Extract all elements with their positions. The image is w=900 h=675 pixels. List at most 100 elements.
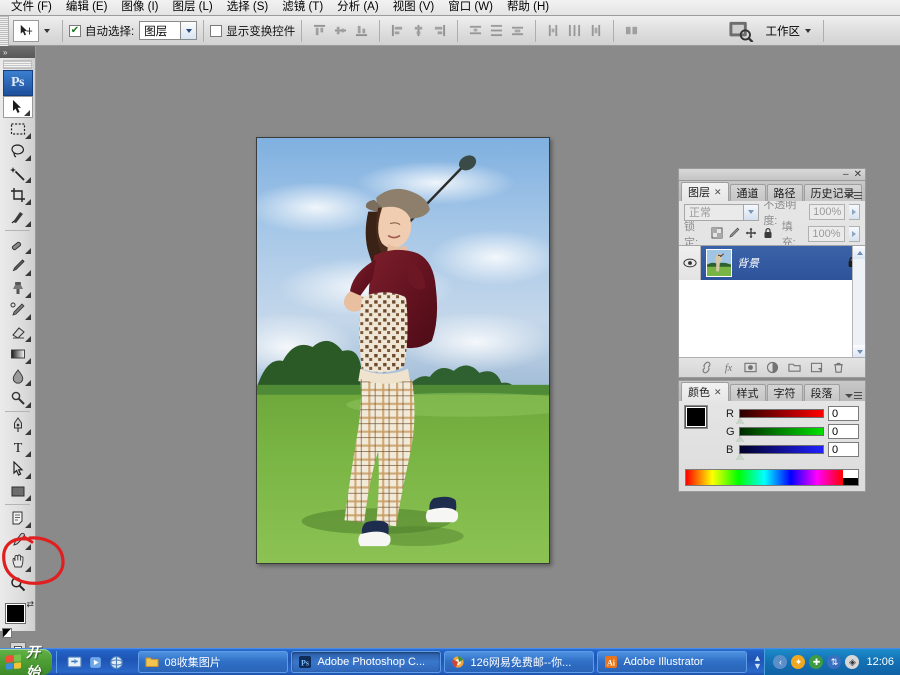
crop-tool[interactable]: [3, 184, 33, 206]
canvas-image[interactable]: [257, 138, 549, 563]
go-to-bridge-icon[interactable]: [728, 20, 754, 42]
show-desktop-icon[interactable]: [67, 655, 82, 670]
tool-preset-caret-icon[interactable]: [44, 29, 50, 33]
move-tool-icon[interactable]: [13, 20, 39, 42]
close-icon[interactable]: ✕: [714, 387, 722, 398]
lock-transparent-pixels-icon[interactable]: [711, 227, 723, 242]
menu-layer[interactable]: 图层 (L): [165, 0, 219, 15]
rectangular-marquee-tool[interactable]: [3, 118, 33, 140]
antivirus-icon[interactable]: ◈: [845, 655, 859, 669]
lasso-tool[interactable]: [3, 140, 33, 162]
path-selection-tool[interactable]: [3, 458, 33, 480]
close-icon[interactable]: ✕: [714, 187, 722, 198]
scroll-up-icon[interactable]: [853, 246, 865, 259]
layer-row-background[interactable]: 背景: [679, 246, 865, 280]
spectrum-gradient[interactable]: [686, 470, 843, 485]
menu-analysis[interactable]: 分析 (A): [330, 0, 386, 15]
pen-tool[interactable]: [3, 414, 33, 436]
chevron-down-icon[interactable]: [743, 205, 758, 220]
chevron-down-icon[interactable]: [180, 22, 196, 39]
eyedropper-tool[interactable]: [3, 529, 33, 551]
zoom-tool[interactable]: [3, 573, 33, 595]
menu-select[interactable]: 选择 (S): [220, 0, 276, 15]
blue-value-input[interactable]: 0: [828, 442, 859, 457]
tab-layers[interactable]: 图层 ✕: [681, 182, 729, 201]
lock-position-icon[interactable]: [745, 227, 757, 242]
swap-colors-icon[interactable]: ⇄: [26, 599, 34, 610]
history-brush-tool[interactable]: [3, 299, 33, 321]
auto-select-checkbox[interactable]: [69, 25, 81, 37]
align-left-edges-button[interactable]: [388, 21, 407, 40]
menu-file[interactable]: 文件 (F): [4, 0, 59, 15]
shield-icon[interactable]: ✚: [809, 655, 823, 669]
layer-thumbnail[interactable]: [706, 249, 732, 277]
auto-align-layers-button[interactable]: [622, 21, 641, 40]
tab-paths[interactable]: 路径: [767, 184, 803, 201]
taskbar-clock[interactable]: 12:06: [866, 656, 894, 668]
blur-tool[interactable]: [3, 365, 33, 387]
toolbox-collapse-button[interactable]: »: [0, 46, 35, 58]
green-value-input[interactable]: 0: [828, 424, 859, 439]
back-arrow-icon[interactable]: ‹: [773, 655, 787, 669]
opacity-slider-arrow-icon[interactable]: [849, 204, 860, 220]
notes-tool[interactable]: [3, 507, 33, 529]
toolbox-grip[interactable]: [3, 60, 32, 69]
delete-layer-icon[interactable]: [832, 361, 845, 374]
show-transform-checkbox[interactable]: [210, 25, 222, 37]
menu-filter[interactable]: 滤镜 (T): [275, 0, 330, 15]
layer-name[interactable]: 背景: [737, 255, 847, 271]
distribute-right-edges-button[interactable]: [586, 21, 605, 40]
distribute-vertical-centers-button[interactable]: [487, 21, 506, 40]
tab-character[interactable]: 字符: [767, 384, 803, 401]
eraser-tool[interactable]: [3, 321, 33, 343]
align-horizontal-centers-button[interactable]: [409, 21, 428, 40]
gradient-tool[interactable]: [3, 343, 33, 365]
layer-list[interactable]: 背景: [679, 245, 865, 357]
align-bottom-edges-button[interactable]: [352, 21, 371, 40]
layer-mask-icon[interactable]: [744, 361, 757, 374]
layer-list-scrollbar[interactable]: [852, 246, 865, 357]
distribute-left-edges-button[interactable]: [544, 21, 563, 40]
taskbar-item-illustrator[interactable]: Ai Adobe Illustrator: [597, 651, 747, 673]
white-swatch[interactable]: [843, 470, 858, 478]
foreground-color-swatch[interactable]: [685, 406, 707, 428]
move-tool[interactable]: [3, 96, 33, 118]
fill-value[interactable]: 100%: [808, 226, 845, 242]
tab-paragraph[interactable]: 段落: [804, 384, 840, 401]
distribute-top-edges-button[interactable]: [466, 21, 485, 40]
panel-menu-icon[interactable]: [845, 392, 862, 399]
taskbar-item-browser[interactable]: 126网易免费邮--你...: [444, 651, 594, 673]
foreground-color-swatch[interactable]: [5, 603, 26, 624]
new-layer-icon[interactable]: [810, 361, 823, 374]
blue-slider-track[interactable]: [739, 445, 824, 454]
panel-menu-icon[interactable]: [845, 192, 862, 199]
align-top-edges-button[interactable]: [310, 21, 329, 40]
brush-tool[interactable]: [3, 255, 33, 277]
align-vertical-centers-button[interactable]: [331, 21, 350, 40]
distribute-bottom-edges-button[interactable]: [508, 21, 527, 40]
opacity-value[interactable]: 100%: [809, 204, 845, 220]
red-slider-thumb[interactable]: [736, 418, 744, 424]
update-icon[interactable]: ✦: [791, 655, 805, 669]
blue-slider-thumb[interactable]: [736, 454, 744, 460]
hand-tool[interactable]: [3, 551, 33, 573]
rectangle-shape-tool[interactable]: [3, 480, 33, 502]
tab-styles[interactable]: 样式: [730, 384, 766, 401]
clone-stamp-tool[interactable]: [3, 277, 33, 299]
close-icon[interactable]: ✕: [854, 170, 862, 179]
spectrum-endpoints[interactable]: [843, 470, 858, 485]
lock-image-pixels-icon[interactable]: [728, 227, 740, 242]
slice-tool[interactable]: [3, 206, 33, 228]
adjustment-layer-icon[interactable]: [766, 361, 779, 374]
blend-mode-dropdown[interactable]: 正常: [684, 204, 759, 221]
taskbar-scroll-arrows[interactable]: ▲▼: [750, 654, 764, 670]
default-colors-icon[interactable]: [2, 628, 12, 638]
start-button[interactable]: 开始: [0, 649, 52, 675]
menu-edit[interactable]: 编辑 (E): [59, 0, 115, 15]
color-panel-swatches[interactable]: [685, 406, 719, 440]
internet-explorer-icon[interactable]: [109, 655, 124, 670]
layer-style-icon[interactable]: fx: [722, 361, 735, 374]
horizontal-type-tool[interactable]: T: [3, 436, 33, 458]
taskbar-item-photoshop[interactable]: Ps Adobe Photoshop C...: [291, 651, 441, 673]
healing-brush-tool[interactable]: [3, 233, 33, 255]
